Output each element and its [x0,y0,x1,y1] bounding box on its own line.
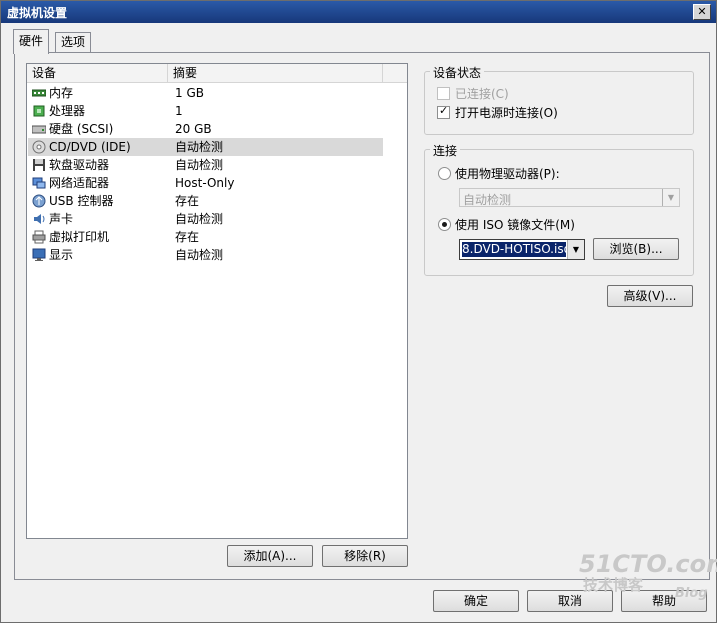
hardware-panel: 设备 摘要 内存 1 GB 处理器 1 硬盘 (SCSI) 20 GB CD/DVD (ID… [14,52,710,580]
connected-checkbox[interactable] [437,87,450,100]
device-row[interactable]: USB 控制器 存在 [28,192,383,210]
tab-options[interactable]: 选项 [55,32,92,53]
physical-drive-label: 使用物理驱动器(P): [455,167,560,181]
device-summary: 自动检测 [175,212,224,226]
device-summary: 自动检测 [175,158,224,172]
device-name: 显示 [49,248,74,262]
device-name: 虚拟打印机 [49,230,110,244]
device-name: 内存 [49,86,74,100]
browse-button[interactable]: 浏览(B)... [593,238,679,260]
device-row[interactable]: 网络适配器 Host-Only [28,174,383,192]
device-name: USB 控制器 [49,194,114,208]
device-summary: Host-Only [175,176,235,190]
column-header-summary[interactable]: 摘要 [168,64,383,82]
usb-icon [32,194,46,208]
chevron-down-icon[interactable]: ▼ [567,240,584,259]
device-name: 软盘驱动器 [49,158,110,172]
iso-path-combo[interactable]: 8.DVD-HOTISO.iso ▼ [459,239,585,260]
device-name: 处理器 [49,104,86,118]
device-row[interactable]: 内存 1 GB [28,84,383,102]
device-row[interactable]: 软盘驱动器 自动检测 [28,156,383,174]
vm-settings-dialog: 虚拟机设置 ✕ 硬件 选项 设备 摘要 内存 1 GB 处理器 1 硬盘 (SCSI) 2… [0,0,717,623]
display-icon [32,248,46,262]
cpu-icon [32,104,46,118]
device-summary: 1 GB [175,86,204,100]
checkmark-icon: ✓ [439,104,449,117]
close-button[interactable]: ✕ [693,4,711,20]
connection-title: 连接 [430,142,461,159]
iso-path-input[interactable]: 8.DVD-HOTISO.iso [462,242,566,257]
device-summary: 存在 [175,194,200,208]
network-adapter-icon [32,176,46,190]
tab-hardware[interactable]: 硬件 [13,29,50,54]
cd-dvd-icon [32,140,46,154]
sound-icon [32,212,46,226]
chevron-down-icon: ▼ [662,189,679,206]
device-status-title: 设备状态 [430,64,485,81]
column-header-device[interactable]: 设备 [27,64,168,82]
device-name: 声卡 [49,212,74,226]
device-row[interactable]: CD/DVD (IDE) 自动检测 [28,138,383,156]
device-row[interactable]: 虚拟打印机 存在 [28,228,383,246]
window-title: 虚拟机设置 [7,6,68,20]
device-list-header: 设备 摘要 [27,64,383,83]
ok-button[interactable]: 确定 [433,590,519,612]
watermark: 51CTO.com 技术博客 Blog [579,550,717,601]
printer-icon [32,230,46,244]
device-row[interactable]: 声卡 自动检测 [28,210,383,228]
iso-image-label: 使用 ISO 镜像文件(M) [455,218,575,232]
list-header-filler [383,64,407,83]
device-summary: 1 [175,104,183,118]
device-row[interactable]: 硬盘 (SCSI) 20 GB [28,120,383,138]
iso-image-radio[interactable] [438,218,451,231]
device-row[interactable]: 处理器 1 [28,102,383,120]
device-status-group: 设备状态 已连接(C) ✓ 打开电源时连接(O) [424,64,694,135]
floppy-icon [32,158,46,172]
connection-group: 连接 使用物理驱动器(P): 自动检测 ▼ 使用 ISO 镜像文件(M) 8.D… [424,142,694,276]
close-icon: ✕ [697,5,707,18]
device-summary: 自动检测 [175,140,224,154]
advanced-button[interactable]: 高级(V)... [607,285,693,307]
physical-drive-value: 自动检测 [463,193,512,207]
device-summary: 自动检测 [175,248,224,262]
physical-drive-select[interactable]: 自动检测 ▼ [459,188,680,207]
connect-at-power-on-checkbox[interactable]: ✓ [437,104,450,119]
device-list[interactable]: 设备 摘要 内存 1 GB 处理器 1 硬盘 (SCSI) 20 GB CD/DVD (ID… [26,63,408,539]
connected-label: 已连接(C) [455,87,509,101]
device-summary: 存在 [175,230,200,244]
device-row[interactable]: 显示 自动检测 [28,246,383,264]
hard-disk-icon [31,122,47,136]
connect-at-power-on-label: 打开电源时连接(O) [455,106,558,120]
physical-drive-radio[interactable] [438,167,451,180]
title-bar[interactable]: 虚拟机设置 ✕ [1,1,716,23]
memory-icon [31,86,47,100]
device-summary: 20 GB [175,122,212,136]
add-button[interactable]: 添加(A)... [227,545,313,567]
device-name: 网络适配器 [49,176,110,190]
device-name: 硬盘 (SCSI) [49,122,114,136]
device-name: CD/DVD (IDE) [49,140,131,154]
remove-button[interactable]: 移除(R) [322,545,408,567]
